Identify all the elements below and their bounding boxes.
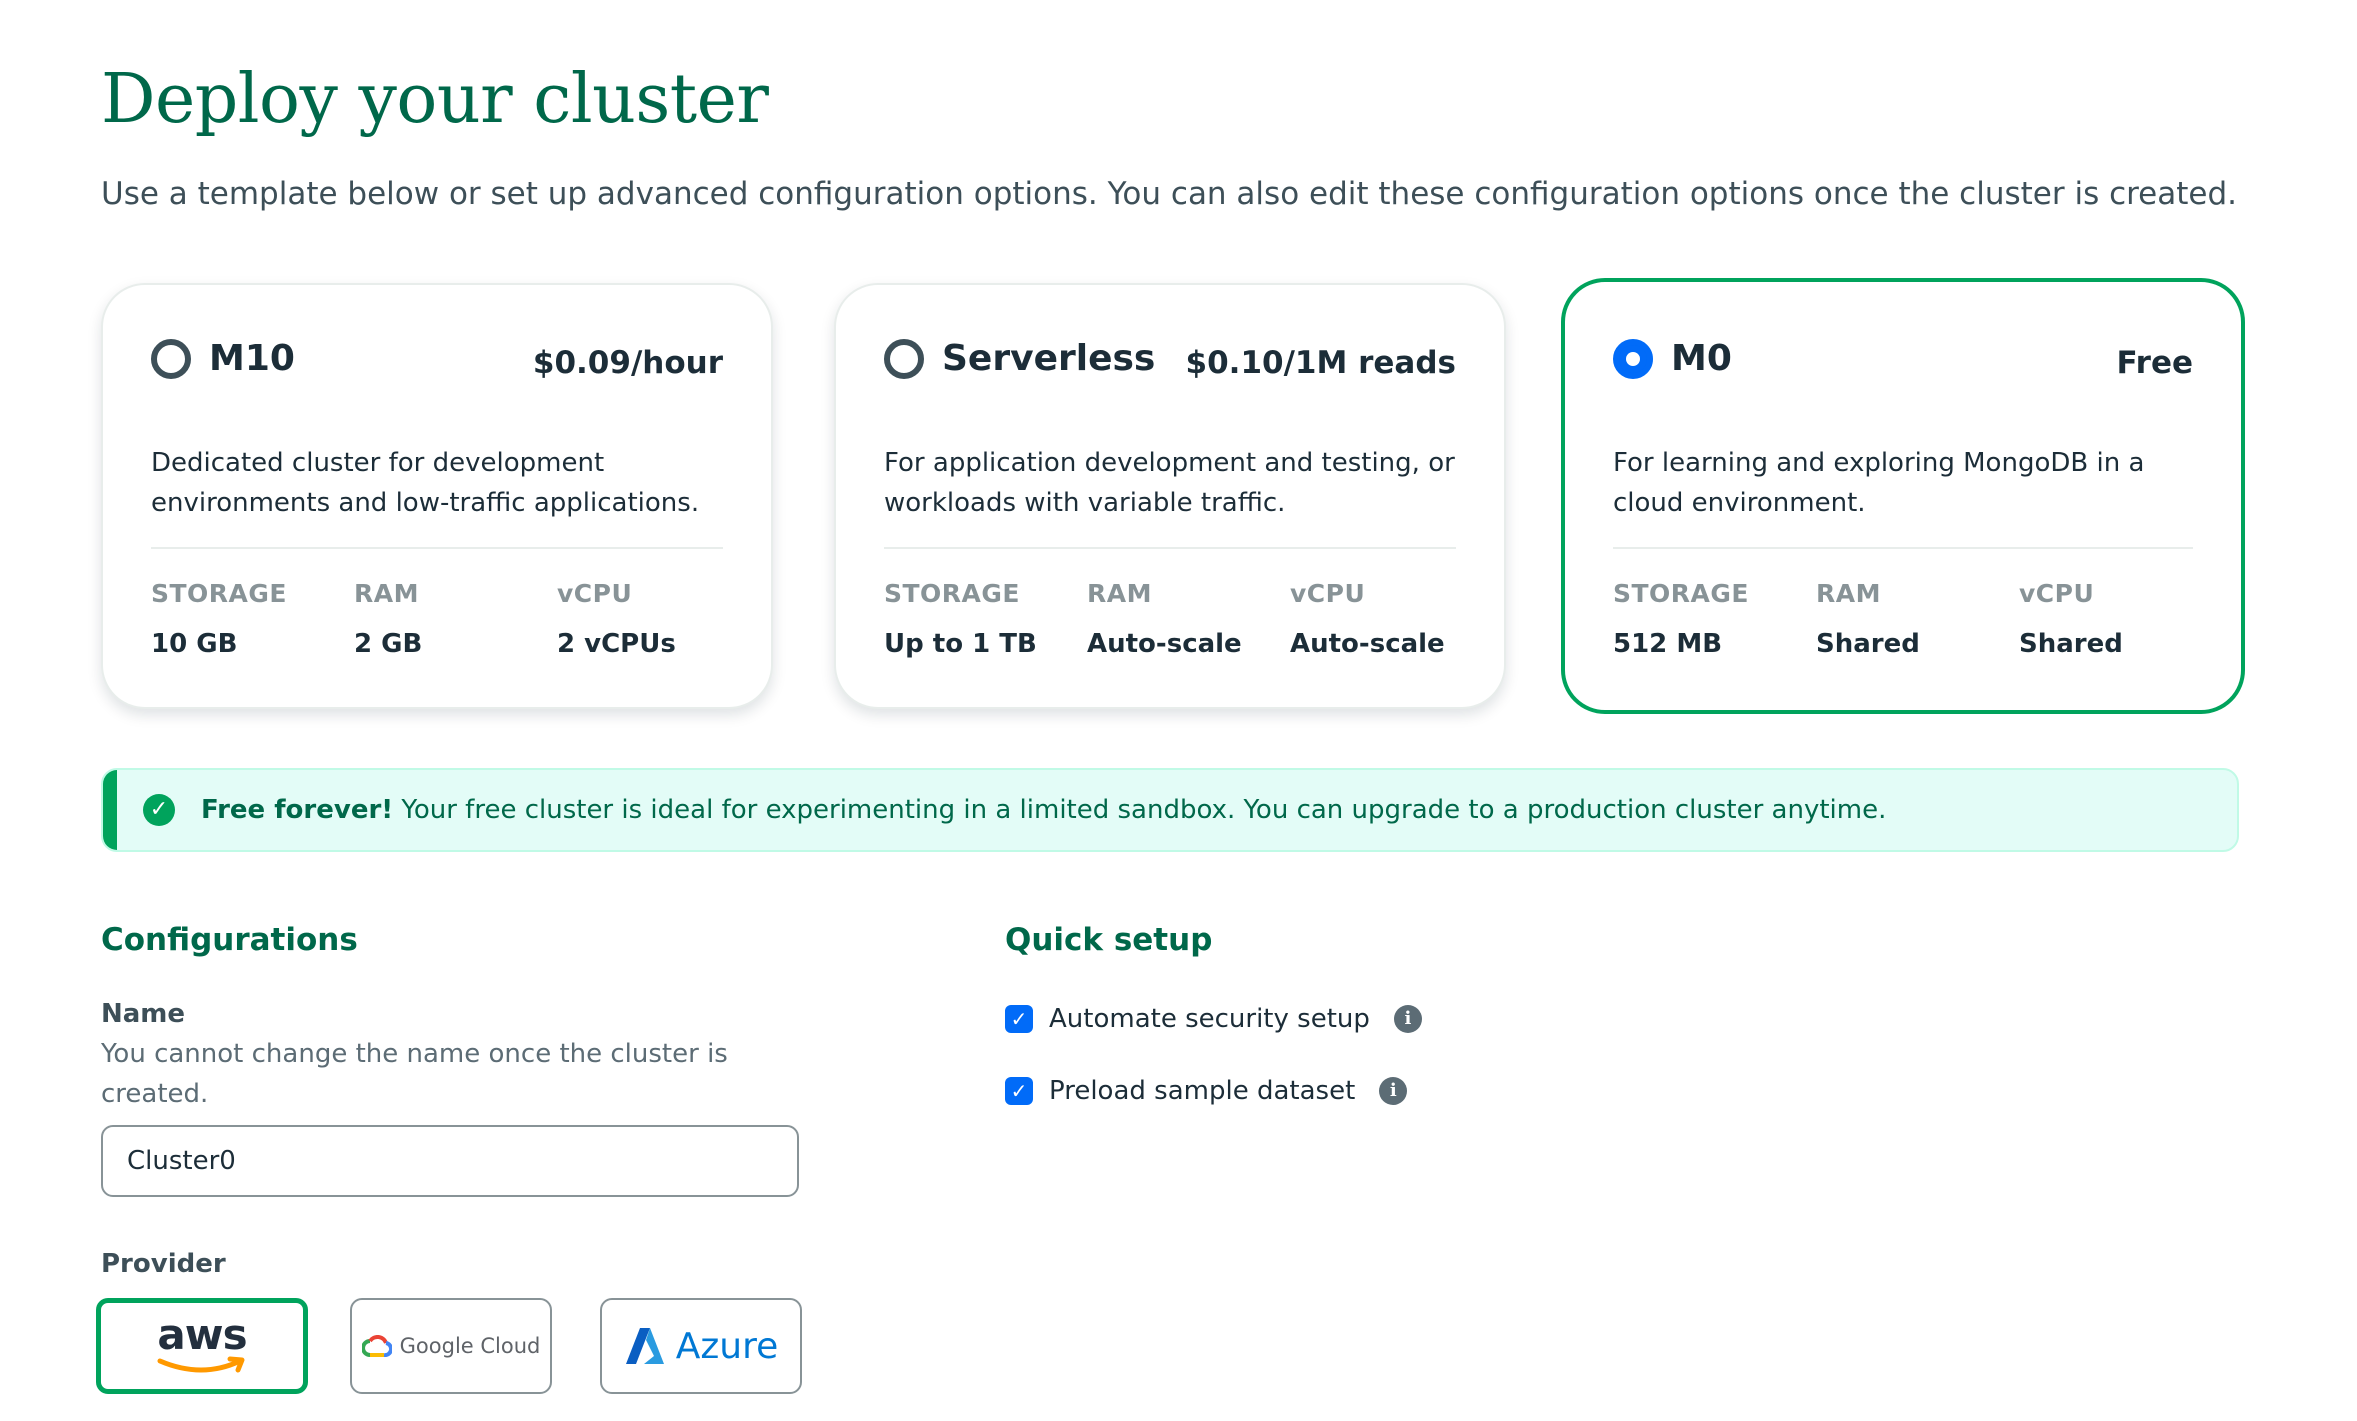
tier-description: For application development and testing,… xyxy=(884,448,1455,518)
tier-card-serverless[interactable]: Serverless $0.10/1M reads For applicatio… xyxy=(834,283,1506,709)
automate-security-label: Automate security setup xyxy=(1049,1004,1370,1034)
automate-security-option: ✓ Automate security setup i xyxy=(1005,999,1422,1039)
azure-icon xyxy=(625,1328,664,1364)
tier-card-m10[interactable]: M10 $0.09/hour Dedicated cluster for dev… xyxy=(101,283,773,709)
preload-dataset-checkbox[interactable]: ✓ xyxy=(1005,1077,1033,1105)
provider-azure-button[interactable]: Azure xyxy=(600,1298,802,1394)
spec-label: RAM xyxy=(354,579,419,608)
configurations-title: Configurations xyxy=(101,922,358,958)
aws-smile-icon xyxy=(157,1356,245,1373)
cluster-name-input[interactable] xyxy=(101,1125,799,1197)
spec-ram: RAM 2 GB xyxy=(354,577,554,661)
tier-radio-serverless[interactable] xyxy=(884,339,924,379)
info-icon[interactable]: i xyxy=(1379,1077,1408,1105)
spec-label: vCPU xyxy=(1290,579,1366,608)
spec-label: vCPU xyxy=(557,579,633,608)
tier-name: M10 xyxy=(209,338,295,379)
preload-dataset-label: Preload sample dataset xyxy=(1049,1076,1356,1106)
tier-price: $0.10/1M reads xyxy=(1185,345,1456,381)
tier-radio-m10[interactable] xyxy=(151,339,191,379)
spec-ram: RAM Shared xyxy=(1816,577,2016,661)
spec-label: STORAGE xyxy=(1613,579,1750,608)
google-cloud-icon xyxy=(361,1335,392,1357)
banner-accent-bar xyxy=(103,770,117,850)
tier-card-m0[interactable]: M0 Free For learning and exploring Mongo… xyxy=(1561,278,2245,714)
spec-vcpu: vCPU Auto-scale xyxy=(1290,577,1490,661)
tier-price: $0.09/hour xyxy=(532,345,723,381)
name-label: Name xyxy=(101,999,186,1029)
page-title: Deploy your cluster xyxy=(101,60,769,139)
info-icon[interactable]: i xyxy=(1393,1005,1422,1033)
check-circle-icon: ✓ xyxy=(143,794,175,826)
spec-label: STORAGE xyxy=(151,579,288,608)
banner-bold: Free forever! xyxy=(201,795,394,825)
tier-name: Serverless xyxy=(942,338,1156,379)
spec-vcpu: vCPU Shared xyxy=(2019,577,2219,661)
spec-value: Shared xyxy=(2019,629,2123,659)
tier-radio-m0[interactable] xyxy=(1613,339,1653,379)
spec-storage: STORAGE 512 MB xyxy=(1613,577,1813,661)
spec-value: Auto-scale xyxy=(1087,629,1242,659)
spec-value: 10 GB xyxy=(151,629,238,659)
spec-storage: STORAGE Up to 1 TB xyxy=(884,577,1084,661)
spec-value: Up to 1 TB xyxy=(884,629,1037,659)
aws-logo: aws xyxy=(156,1310,248,1377)
aws-logo-text: aws xyxy=(157,1310,247,1359)
divider xyxy=(151,547,723,549)
tier-name: M0 xyxy=(1671,338,1732,379)
spec-value: Shared xyxy=(1816,629,1920,659)
automate-security-checkbox[interactable]: ✓ xyxy=(1005,1005,1033,1033)
tier-description: For learning and exploring MongoDB in a … xyxy=(1613,448,2145,518)
spec-label: RAM xyxy=(1087,579,1152,608)
tier-price: Free xyxy=(2116,345,2193,381)
spec-value: 512 MB xyxy=(1613,629,1723,659)
quick-setup-title: Quick setup xyxy=(1005,922,1213,958)
provider-aws-button[interactable]: aws xyxy=(96,1298,308,1394)
spec-value: Auto-scale xyxy=(1290,629,1445,659)
provider-google-cloud-button[interactable]: Google Cloud xyxy=(350,1298,552,1394)
spec-label: vCPU xyxy=(2019,579,2095,608)
spec-label: STORAGE xyxy=(884,579,1021,608)
banner-text: Free forever! Your free cluster is ideal… xyxy=(201,790,1886,830)
divider xyxy=(1613,547,2193,549)
spec-storage: STORAGE 10 GB xyxy=(151,577,351,661)
free-forever-banner: ✓ Free forever! Your free cluster is ide… xyxy=(101,768,2239,852)
name-description: You cannot change the name once the clus… xyxy=(101,1039,728,1109)
banner-message: Your free cluster is ideal for experimen… xyxy=(393,795,1887,825)
spec-label: RAM xyxy=(1816,579,1881,608)
google-cloud-label: Google Cloud xyxy=(399,1334,541,1358)
spec-vcpu: vCPU 2 vCPUs xyxy=(557,577,757,661)
provider-label: Provider xyxy=(101,1249,226,1279)
tier-description: Dedicated cluster for development enviro… xyxy=(151,448,700,518)
preload-dataset-option: ✓ Preload sample dataset i xyxy=(1005,1071,1408,1111)
spec-value: 2 vCPUs xyxy=(557,629,676,659)
page-subtitle: Use a template below or set up advanced … xyxy=(101,176,2238,212)
azure-label: Azure xyxy=(675,1325,779,1367)
spec-value: 2 GB xyxy=(354,629,423,659)
divider xyxy=(884,547,1456,549)
spec-ram: RAM Auto-scale xyxy=(1087,577,1287,661)
